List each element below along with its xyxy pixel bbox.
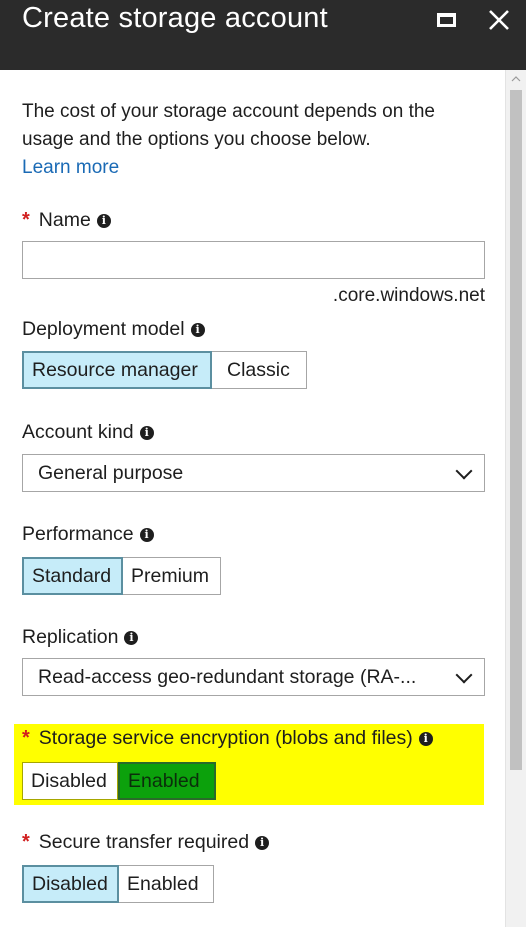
secure-transfer-toggle: Disabled Enabled <box>22 865 214 903</box>
replication-label-text: Replication <box>22 626 119 648</box>
name-input[interactable] <box>22 241 485 279</box>
domain-suffix: .core.windows.net <box>332 285 485 306</box>
info-icon[interactable]: i <box>124 630 139 645</box>
replication-dropdown[interactable]: Read-access geo-redundant storage (RA-..… <box>22 658 485 696</box>
account-kind-label: Account kind i <box>22 421 154 444</box>
intro-text: The cost of your storage account depends… <box>22 98 492 182</box>
close-button[interactable] <box>484 6 514 34</box>
performance-toggle: Standard Premium <box>22 557 221 595</box>
encryption-toggle: Disabled Enabled <box>22 762 216 800</box>
info-icon[interactable]: i <box>418 731 433 746</box>
vertical-scrollbar[interactable] <box>505 70 526 927</box>
option-resource-manager[interactable]: Resource manager <box>22 351 212 389</box>
deployment-model-toggle: Resource manager Classic <box>22 351 307 389</box>
info-icon[interactable]: i <box>139 425 154 440</box>
chevron-down-icon <box>455 666 473 684</box>
maximize-button[interactable] <box>431 6 461 34</box>
deployment-model-label: Deployment model i <box>22 318 205 341</box>
deployment-model-label-text: Deployment model <box>22 318 185 340</box>
intro-description: The cost of your storage account depends… <box>22 101 435 150</box>
replication-value: Read-access geo-redundant storage (RA-..… <box>38 665 417 688</box>
chevron-down-icon <box>455 462 473 480</box>
encryption-label-text: Storage service encryption (blobs and fi… <box>38 727 413 749</box>
option-disabled[interactable]: Disabled <box>22 762 118 800</box>
replication-label: Replication i <box>22 626 139 649</box>
account-kind-label-text: Account kind <box>22 421 134 443</box>
maximize-icon <box>436 13 456 27</box>
scroll-thumb[interactable] <box>510 90 522 770</box>
option-standard[interactable]: Standard <box>22 557 123 595</box>
info-icon[interactable]: i <box>96 213 111 228</box>
chevron-up-icon <box>511 76 521 82</box>
option-disabled[interactable]: Disabled <box>22 865 119 903</box>
info-icon[interactable]: i <box>255 835 270 850</box>
info-icon[interactable]: i <box>190 322 205 337</box>
learn-more-link[interactable]: Learn more <box>22 157 119 178</box>
blade-title: Create storage account <box>22 2 328 34</box>
name-label-text: Name <box>38 209 91 231</box>
close-icon <box>489 10 509 30</box>
performance-label-text: Performance <box>22 523 134 545</box>
secure-transfer-label: * Secure transfer required i <box>22 831 270 854</box>
account-kind-value: General purpose <box>38 461 184 484</box>
scroll-up-button[interactable] <box>506 70 526 88</box>
required-marker: * <box>22 727 30 749</box>
performance-label: Performance i <box>22 523 154 546</box>
option-classic[interactable]: Classic <box>212 351 307 389</box>
blade-header: Create storage account <box>0 0 526 70</box>
info-icon[interactable]: i <box>139 527 154 542</box>
encryption-label: * Storage service encryption (blobs and … <box>22 727 433 750</box>
option-premium[interactable]: Premium <box>123 557 221 595</box>
required-marker: * <box>22 209 30 231</box>
option-enabled[interactable]: Enabled <box>119 865 214 903</box>
required-marker: * <box>22 831 30 853</box>
secure-transfer-label-text: Secure transfer required <box>38 831 250 853</box>
name-label: * Name i <box>22 209 111 232</box>
option-enabled[interactable]: Enabled <box>118 762 216 800</box>
account-kind-dropdown[interactable]: General purpose <box>22 454 485 492</box>
